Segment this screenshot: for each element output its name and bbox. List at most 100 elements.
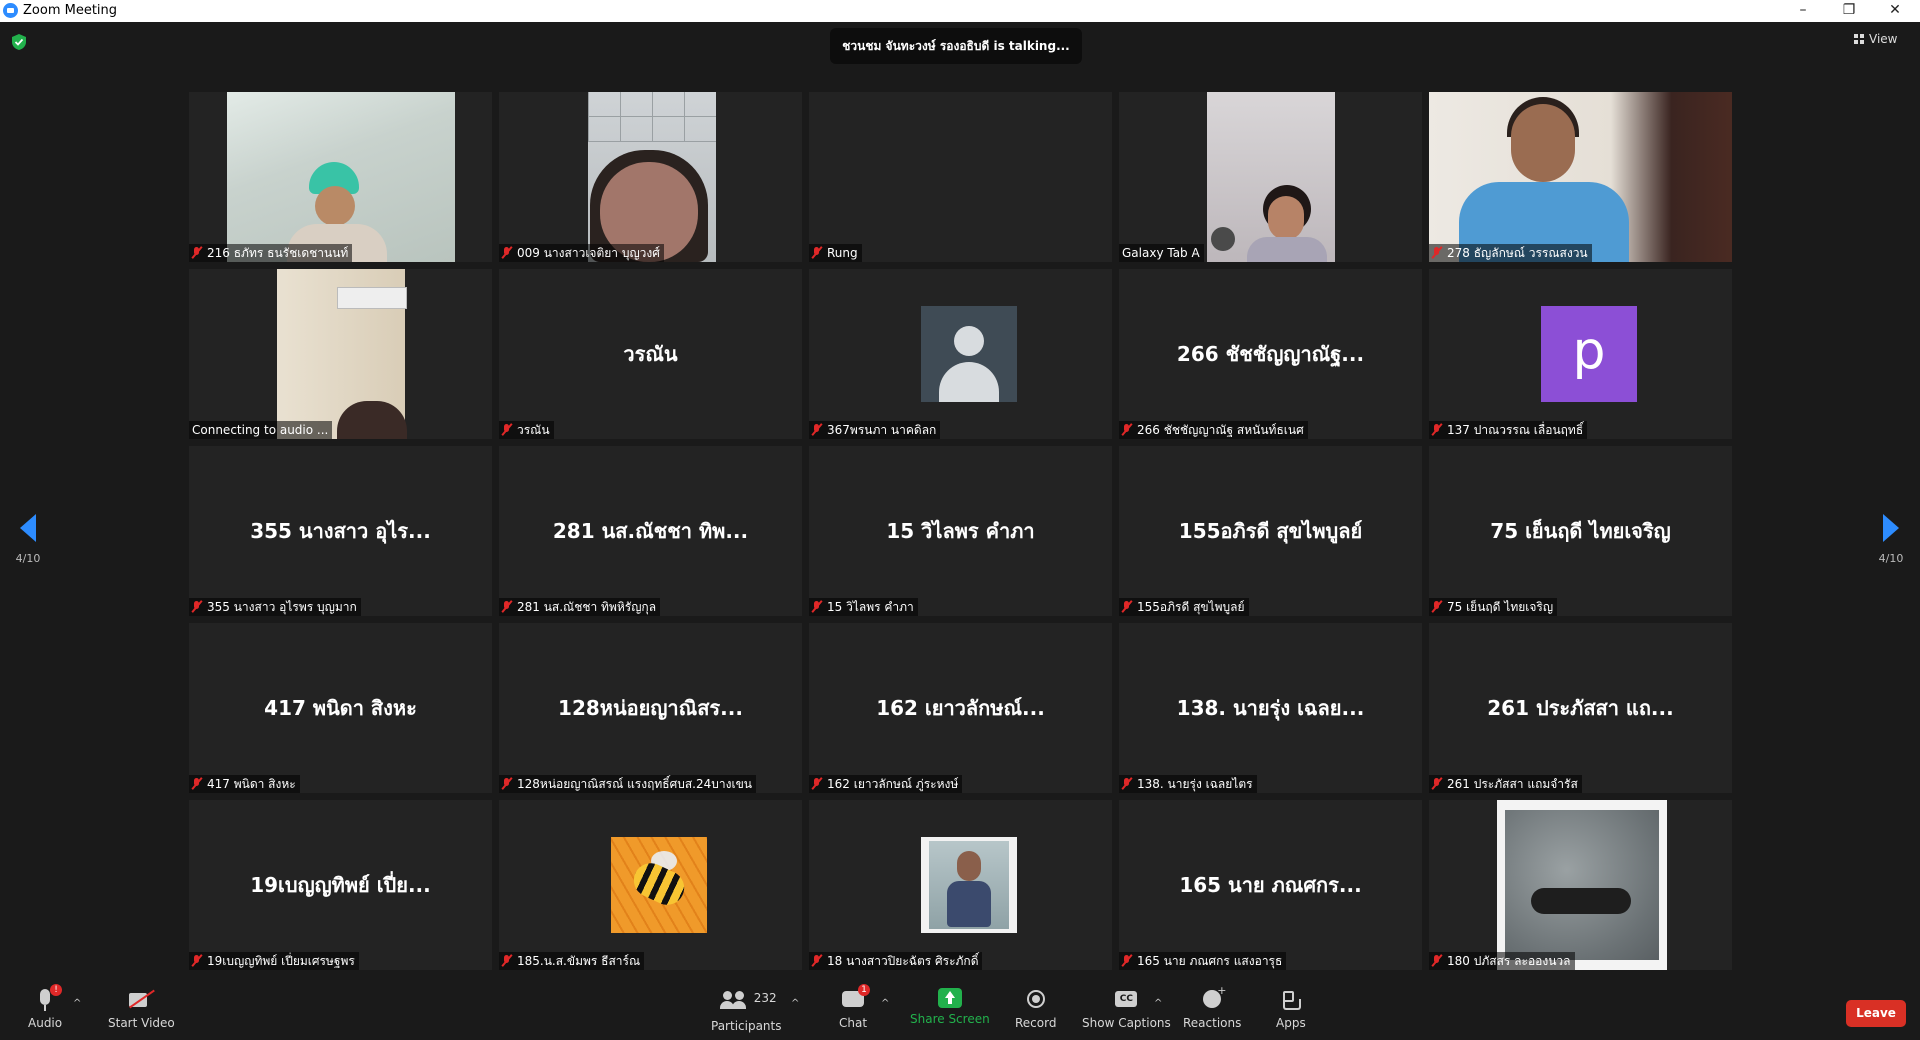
participant-display-name: 281 นส.ณัชชา ทิพ...	[552, 519, 749, 543]
record-button[interactable]: Record	[1015, 988, 1056, 1030]
reactions-label: Reactions	[1183, 1016, 1242, 1030]
gallery-view-icon	[1854, 34, 1864, 44]
restore-button[interactable]: ❐	[1826, 0, 1872, 22]
participant-name-label: 367พรนภา นาคดิลก	[809, 421, 941, 439]
participant-name-label: 216 ธภัทร ธนรัชเดชานนท์	[189, 244, 353, 262]
participant-name: 180 ปภัสสร ละอองนวล	[1447, 954, 1571, 968]
video-gallery: 216 ธภัทร ธนรัชเดชานนท์ 009 นางสาวเจติยา …	[189, 92, 1734, 972]
participant-tile[interactable]: 128หน่อยญาณิสร... 128หน่อยญาณิสรณ์ แรงฤทธ…	[499, 623, 802, 793]
profile-picture	[611, 837, 707, 933]
participant-tile[interactable]: Rung	[809, 92, 1112, 262]
participant-name: 417 พนิดา สิงหะ	[207, 777, 296, 791]
participant-name-label: 281 นส.ณัชชา ทิพหิรัญกุล	[499, 598, 661, 616]
participants-icon	[719, 988, 746, 1012]
participant-display-name: 162 เยาวลักษณ์...	[876, 696, 1045, 720]
video-off-icon	[128, 988, 154, 1012]
previous-page-button[interactable]: 4/10	[8, 514, 48, 565]
muted-microphone-icon	[1122, 955, 1131, 967]
view-button[interactable]: View	[1854, 32, 1897, 52]
participant-name-label: 15 วิไลพร คำภา	[809, 598, 918, 616]
participant-tile[interactable]: 185.น.ส.ขัมพร ธีสาร์ณ	[499, 800, 802, 970]
participant-name: 155อภิรดี สุขไพบูลย์	[1137, 600, 1245, 614]
start-video-button[interactable]: Start Video	[108, 988, 175, 1030]
participant-display-name: 138. นายรุ่ง เฉลย...	[1176, 696, 1365, 720]
participant-tile[interactable]: p 137 ปาณวรรณ เลื่อนฤทธิ์	[1429, 269, 1732, 439]
participant-tile[interactable]: 216 ธภัทร ธนรัชเดชานนท์	[189, 92, 492, 262]
right-arrow-icon	[1883, 514, 1899, 542]
participant-tile[interactable]: 155อภิรดี สุขไพบูลย์ 155อภิรดี สุขไพบูลย์	[1119, 446, 1422, 616]
security-shield-icon[interactable]	[11, 33, 27, 51]
participant-tile[interactable]: 261 ประภัสสา แถ... 261 ประภัสสา แถมจำรัส	[1429, 623, 1732, 793]
chat-button[interactable]: 1 Chat	[839, 984, 871, 1030]
participant-name: 216 ธภัทร ธนรัชเดชานนท์	[207, 246, 349, 260]
participants-button[interactable]: 232 Participants	[711, 988, 782, 1033]
profile-picture: p	[1541, 306, 1637, 402]
participant-tile[interactable]: 165 นาย ภณศกร... 165 นาย ภณศกร แสงอารุธ	[1119, 800, 1422, 970]
share-screen-button[interactable]: Share Screen	[910, 988, 990, 1026]
participant-name-label: 180 ปภัสสร ละอองนวล	[1429, 952, 1575, 970]
chat-options-caret[interactable]: ^	[881, 998, 889, 1009]
meeting-toolbar: ! Audio ^ Start Video 232 Participants ^…	[0, 980, 1920, 1040]
minimize-button[interactable]: –	[1780, 0, 1826, 22]
muted-microphone-icon	[192, 955, 201, 967]
participant-tile[interactable]: 367พรนภา นาคดิลก	[809, 269, 1112, 439]
participant-tile[interactable]: 355 นางสาว อุไร... 355 นางสาว อุไรพร บุญม…	[189, 446, 492, 616]
reactions-button[interactable]: Reactions	[1183, 984, 1242, 1030]
participant-name: 367พรนภา นาคดิลก	[827, 423, 937, 437]
participant-tile[interactable]: 417 พนิดา สิงหะ 417 พนิดา สิงหะ	[189, 623, 492, 793]
muted-microphone-icon	[192, 778, 201, 790]
participant-name: 75 เย็นฤดี ไทยเจริญ	[1447, 600, 1554, 614]
audio-options-caret[interactable]: ^	[73, 998, 81, 1009]
captions-options-caret[interactable]: ^	[1154, 998, 1162, 1009]
profile-picture	[921, 837, 1017, 933]
close-button[interactable]: ✕	[1872, 0, 1918, 22]
muted-microphone-icon	[812, 424, 821, 436]
participant-name: 165 นาย ภณศกร แสงอารุธ	[1137, 954, 1283, 968]
participant-name-label: 128หน่อยญาณิสรณ์ แรงฤทธิ์ศบส.24บางเขน	[499, 775, 756, 793]
participant-name: 278 ธัญลักษณ์ วรรณสงวน	[1447, 246, 1588, 260]
audio-button[interactable]: ! Audio	[28, 984, 63, 1030]
chat-unread-badge: 1	[858, 984, 871, 996]
audio-label: Audio	[28, 1016, 63, 1030]
participant-tile[interactable]: 281 นส.ณัชชา ทิพ... 281 นส.ณัชชา ทิพหิรัญ…	[499, 446, 802, 616]
microphone-icon: !	[32, 984, 63, 1012]
participant-tile[interactable]: 266 ชัชชัญญาณัฐ... 266 ชัชชัญญาณัฐ สหนันท…	[1119, 269, 1422, 439]
view-label: View	[1869, 32, 1898, 46]
muted-microphone-icon	[1122, 424, 1131, 436]
participant-tile[interactable]: 009 นางสาวเจติยา บุญวงศ์	[499, 92, 802, 262]
participant-tile[interactable]: 75 เย็นฤดี ไทยเจริญ 75 เย็นฤดี ไทยเจริญ	[1429, 446, 1732, 616]
participant-name-label: 138. นายรุ่ง เฉลยไตร	[1119, 775, 1257, 793]
window-title: Zoom Meeting	[23, 3, 118, 18]
participant-name: วรณัน	[517, 423, 550, 437]
participant-tile[interactable]: วรณัน วรณัน	[499, 269, 802, 439]
muted-microphone-icon	[1432, 778, 1441, 790]
left-arrow-icon	[20, 514, 36, 542]
participant-tile[interactable]: 15 วิไลพร คำภา 15 วิไลพร คำภา	[809, 446, 1112, 616]
participant-name-label: 18 นางสาวปิยะฉัตร ศิระภักดิ์	[809, 952, 983, 970]
participant-name-label: 137 ปาณวรรณ เลื่อนฤทธิ์	[1429, 421, 1588, 439]
active-speaker-banner: ชวนชม จันทะวงษ์ รองอธิบดี is talking...	[830, 28, 1082, 64]
muted-microphone-icon	[1432, 955, 1441, 967]
record-label: Record	[1015, 1016, 1057, 1030]
show-captions-button[interactable]: Show Captions	[1082, 988, 1171, 1030]
participant-video	[277, 269, 407, 439]
next-page-button[interactable]: 4/10	[1871, 514, 1911, 565]
participant-display-name: 355 นางสาว อุไร...	[250, 519, 431, 543]
participant-tile[interactable]: 19เบญญทิพย์ เปี่ย... 19เบญญทิพย์ เปี่ยมเศ…	[189, 800, 492, 970]
participant-display-name: วรณัน	[623, 342, 678, 366]
participant-tile[interactable]: Galaxy Tab A	[1119, 92, 1422, 262]
chat-icon: 1	[840, 984, 871, 1012]
apps-button[interactable]: Apps	[1276, 988, 1306, 1030]
leave-button[interactable]: Leave	[1846, 1000, 1906, 1027]
participant-name-label: วรณัน	[499, 421, 554, 439]
participant-tile[interactable]: 278 ธัญลักษณ์ วรรณสงวน	[1429, 92, 1732, 262]
participant-name-label: 261 ประภัสสา แถมจำรัส	[1429, 775, 1582, 793]
participant-tile[interactable]: 180 ปภัสสร ละอองนวล	[1429, 800, 1732, 970]
participant-tile[interactable]: 18 นางสาวปิยะฉัตร ศิระภักดิ์	[809, 800, 1112, 970]
participants-options-caret[interactable]: ^	[791, 998, 799, 1009]
reactions-icon	[1199, 984, 1226, 1012]
participant-tile[interactable]: Connecting to audio ...	[189, 269, 492, 439]
participant-display-name: 19เบญญทิพย์ เปี่ย...	[250, 873, 431, 897]
participant-tile[interactable]: 162 เยาวลักษณ์... 162 เยาวลักษณ์ ภู่ระหงษ…	[809, 623, 1112, 793]
participant-tile[interactable]: 138. นายรุ่ง เฉลย... 138. นายรุ่ง เฉลยไตร	[1119, 623, 1422, 793]
